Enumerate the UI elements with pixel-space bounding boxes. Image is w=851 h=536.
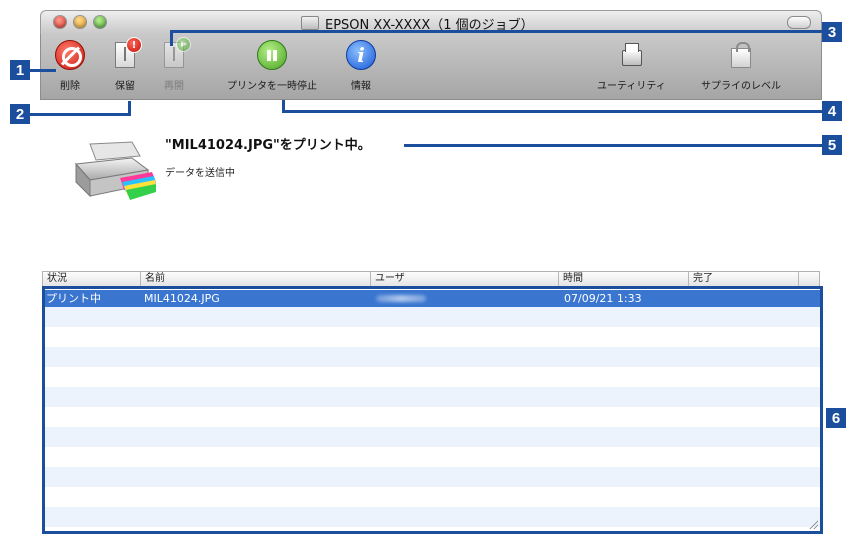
delete-icon xyxy=(55,40,85,70)
callout-4-line xyxy=(282,110,822,113)
callout-5: 5 xyxy=(822,135,842,155)
callout-3-line-v xyxy=(170,30,173,46)
column-user[interactable]: ユーザ xyxy=(371,272,559,286)
utility-label: ユーティリティ xyxy=(597,81,666,92)
play-badge-icon xyxy=(176,37,191,52)
callout-4-line-v xyxy=(282,100,285,113)
toolbar: 削除 ! 保留 再開 プリンタを一時停止 i 情報 ユーティリティ サプライのレ… xyxy=(40,34,822,100)
callout-4: 4 xyxy=(822,101,842,121)
printer-proxy-icon xyxy=(301,16,319,30)
column-done[interactable]: 完了 xyxy=(689,272,799,286)
callout-2-line-v xyxy=(128,101,131,116)
delete-label: 削除 xyxy=(60,81,80,92)
info-button[interactable]: i 情報 xyxy=(346,40,376,92)
callout-6-frame xyxy=(42,286,823,534)
callout-3-line xyxy=(170,30,822,33)
hold-label: 保留 xyxy=(115,81,135,92)
callout-2: 2 xyxy=(10,104,30,124)
delete-button[interactable]: 削除 xyxy=(55,40,85,92)
column-time[interactable]: 時間 xyxy=(559,272,689,286)
job-list-header: 状況 名前 ユーザ 時間 完了 xyxy=(42,271,820,287)
column-status[interactable]: 状況 xyxy=(43,272,141,286)
callout-1-line xyxy=(30,69,56,72)
callout-1: 1 xyxy=(10,60,30,80)
supply-levels-button[interactable]: サプライのレベル xyxy=(701,40,781,92)
pause-printer-button[interactable]: プリンタを一時停止 xyxy=(227,40,317,92)
printing-status-text: "MIL41024.JPG"をプリント中。 xyxy=(165,138,371,153)
info-icon: i xyxy=(346,40,376,70)
callout-2-line xyxy=(30,113,130,116)
hold-button[interactable]: ! 保留 xyxy=(110,37,142,92)
sending-data-text: データを送信中 xyxy=(165,168,235,179)
callout-6: 6 xyxy=(826,408,846,428)
info-label: 情報 xyxy=(351,81,371,92)
supply-levels-label: サプライのレベル xyxy=(701,81,781,92)
resume-document-icon xyxy=(159,37,191,70)
pause-icon xyxy=(257,40,287,70)
utility-printer-icon xyxy=(616,40,646,70)
column-name[interactable]: 名前 xyxy=(141,272,371,286)
zoom-window-button[interactable] xyxy=(94,16,106,28)
hold-document-icon: ! xyxy=(110,37,142,70)
alert-badge-icon: ! xyxy=(126,37,142,53)
minimize-window-button[interactable] xyxy=(74,16,86,28)
close-window-button[interactable] xyxy=(54,16,66,28)
pause-printer-label: プリンタを一時停止 xyxy=(227,81,317,92)
column-filler xyxy=(799,272,819,286)
resume-label: 再開 xyxy=(164,81,184,92)
printer-image xyxy=(74,141,156,200)
resume-button[interactable]: 再開 xyxy=(159,37,191,92)
utility-button[interactable]: ユーティリティ xyxy=(597,40,666,92)
callout-3: 3 xyxy=(822,22,842,42)
toolbar-toggle-button[interactable] xyxy=(787,16,811,29)
callout-5-line xyxy=(404,144,822,147)
supply-bag-icon xyxy=(726,40,756,70)
